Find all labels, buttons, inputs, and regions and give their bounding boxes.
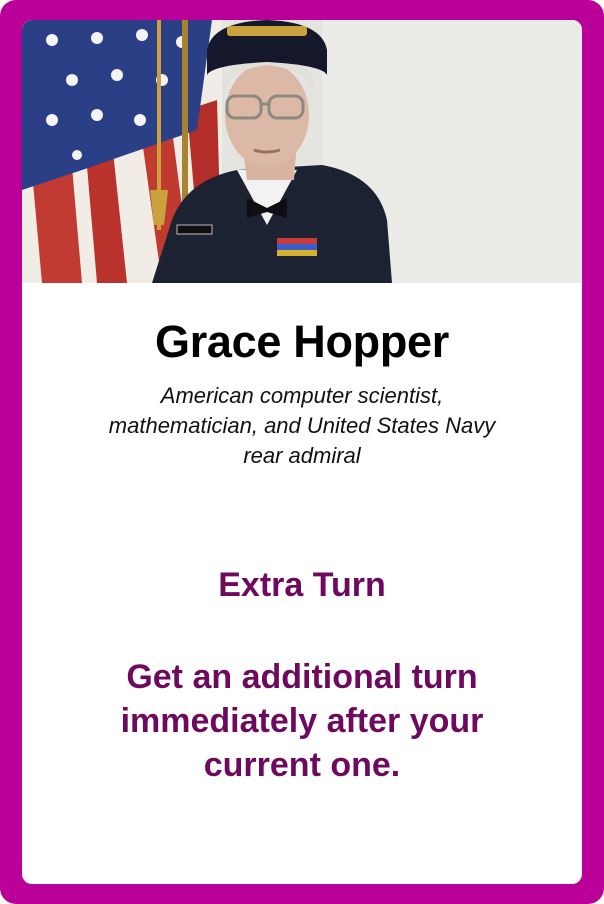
portrait-image — [22, 20, 582, 283]
character-name: Grace Hopper — [155, 316, 449, 367]
character-card[interactable]: Grace Hopper American computer scientist… — [0, 0, 604, 904]
character-description: American computer scientist, mathematici… — [108, 383, 496, 468]
ability-title: Extra Turn — [218, 566, 386, 604]
ability-text: Get an additional turn immediately after… — [120, 658, 484, 784]
card-face: Grace Hopper American computer scientist… — [22, 20, 582, 884]
